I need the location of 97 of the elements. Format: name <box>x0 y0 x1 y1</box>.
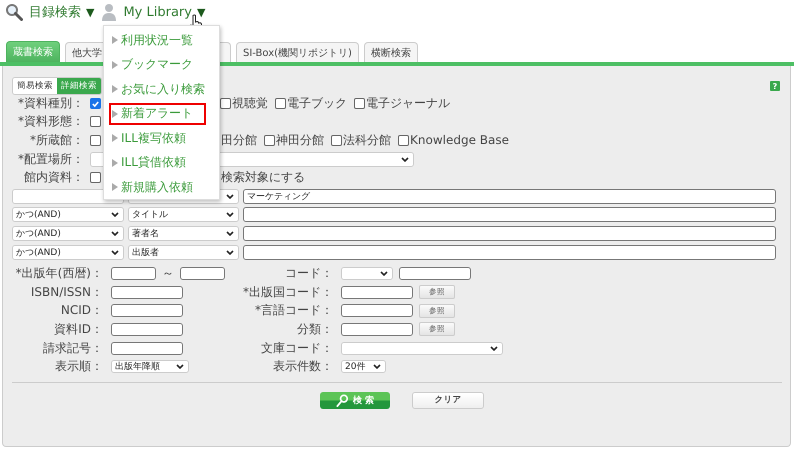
clear-button[interactable]: クリア <box>412 392 484 409</box>
checkbox[interactable] <box>90 172 101 184</box>
checkbox-label: 電子ジャーナル <box>366 94 450 112</box>
checkbox[interactable] <box>275 98 286 109</box>
tab[interactable]: SI-Box(機関リポジトリ) <box>236 42 359 62</box>
chevron-icon <box>490 346 498 351</box>
select-field[interactable] <box>341 342 503 355</box>
field-label: 資料ID： <box>53 320 103 338</box>
chevron-icon <box>226 230 234 236</box>
triangle-icon <box>112 110 118 118</box>
option-text: 田分館 <box>221 132 257 149</box>
field-label: 表示順： <box>54 358 103 376</box>
field-label: NCID： <box>60 302 103 320</box>
field-label: 館内資料： <box>23 169 84 186</box>
caret-icon[interactable]: ▼ <box>86 6 94 18</box>
field-label: コード： <box>284 265 333 282</box>
input-field[interactable] <box>111 267 156 280</box>
checkbox[interactable] <box>90 116 101 128</box>
input-field[interactable] <box>111 322 183 336</box>
checkbox[interactable] <box>90 98 101 109</box>
field-label: *出版年(西暦)： <box>14 265 103 282</box>
checkbox[interactable] <box>90 134 101 146</box>
field-label: 請求記号： <box>42 340 103 357</box>
select-field[interactable]: 20件 <box>341 360 386 374</box>
input-field[interactable] <box>341 322 413 336</box>
select-field[interactable] <box>341 267 393 280</box>
range-separator: ～ <box>162 265 174 282</box>
keyword-field[interactable] <box>243 226 776 241</box>
chevron-icon <box>373 364 381 370</box>
chevron-icon <box>176 364 184 370</box>
field-label: 文庫コード： <box>260 340 333 357</box>
menu-item[interactable]: ブックマーク <box>109 54 206 76</box>
menu-item[interactable]: ILL貸借依頼 <box>109 152 206 174</box>
select-field[interactable]: 出版年降順 <box>111 360 189 374</box>
user-icon <box>101 3 118 21</box>
field-label: 分類： <box>296 320 333 338</box>
field-select[interactable]: 出版者 <box>128 244 239 260</box>
triangle-icon <box>112 158 118 166</box>
field-label: *所蔵館： <box>29 132 84 149</box>
search-icon <box>5 3 23 21</box>
operator-select[interactable]: かつ(AND) <box>12 244 124 260</box>
field-label: *資料形態： <box>17 113 84 130</box>
chevron-icon <box>226 250 234 255</box>
input-field[interactable] <box>180 267 225 280</box>
keyword-field[interactable] <box>243 244 776 260</box>
checkbox[interactable] <box>354 98 365 109</box>
field-label: 表示件数： <box>272 358 333 376</box>
menu-item[interactable]: お気に入り検索 <box>109 78 206 100</box>
input-field[interactable] <box>341 286 413 299</box>
input-field[interactable] <box>111 342 183 355</box>
input-field[interactable] <box>111 304 183 318</box>
chevron-icon <box>111 250 119 255</box>
chevron-icon <box>380 271 388 276</box>
field-select[interactable]: 著者名 <box>128 226 239 241</box>
field-label: *資料種別： <box>17 94 84 112</box>
mode-toggle[interactable]: 簡易検索 <box>13 78 57 94</box>
field-label: *配置場所： <box>17 150 84 168</box>
input-field[interactable] <box>399 267 471 280</box>
search-icon <box>336 394 349 407</box>
chevron-icon <box>111 230 119 236</box>
triangle-icon <box>112 85 118 93</box>
checkbox-label: 電子ブック <box>287 94 347 112</box>
nav-link[interactable]: 目録検索 <box>29 3 81 21</box>
chevron-icon <box>226 212 234 218</box>
keyword-field[interactable] <box>243 207 776 222</box>
triangle-icon <box>112 134 118 142</box>
field-select[interactable]: タイトル <box>128 207 239 222</box>
menu-item[interactable]: 利用状況一覧 <box>109 29 206 51</box>
operator-select[interactable]: かつ(AND) <box>12 207 124 222</box>
chevron-icon <box>226 194 234 199</box>
menu-item[interactable]: 新規購入依頼 <box>109 176 206 198</box>
triangle-icon <box>112 60 118 68</box>
caret-icon[interactable]: ▼ <box>196 6 206 18</box>
checkbox-label: 視聴覚 <box>232 94 268 112</box>
checkbox[interactable] <box>331 134 342 146</box>
keyword-field[interactable]: マーケティング <box>243 188 776 204</box>
checkbox[interactable] <box>220 98 231 109</box>
menu-item[interactable]: ILL複写依頼 <box>109 127 206 149</box>
chevron-icon <box>111 212 119 218</box>
input-field[interactable] <box>341 304 413 318</box>
operator-select[interactable]: かつ(AND) <box>12 226 124 241</box>
tab[interactable]: 横断検索 <box>364 42 418 62</box>
triangle-icon <box>112 36 118 44</box>
field-label: ISBN/ISSN： <box>30 284 103 301</box>
field-label: *出版国コード： <box>242 284 333 301</box>
menu-item[interactable]: 新着アラート <box>109 102 206 124</box>
checkbox[interactable] <box>398 134 409 146</box>
checkbox[interactable] <box>264 134 275 146</box>
option-text: 検索対象にする <box>221 169 305 186</box>
checkbox-label: 法科分館 <box>343 132 391 149</box>
checkbox-label: 神田分館 <box>276 132 324 149</box>
nav-link[interactable]: My Library <box>123 4 192 20</box>
input-field[interactable] <box>111 286 183 299</box>
triangle-icon <box>112 183 118 191</box>
checkbox-label: Knowledge Base <box>410 133 509 148</box>
chevron-icon <box>401 156 409 162</box>
field-label: *言語コード： <box>254 302 333 320</box>
